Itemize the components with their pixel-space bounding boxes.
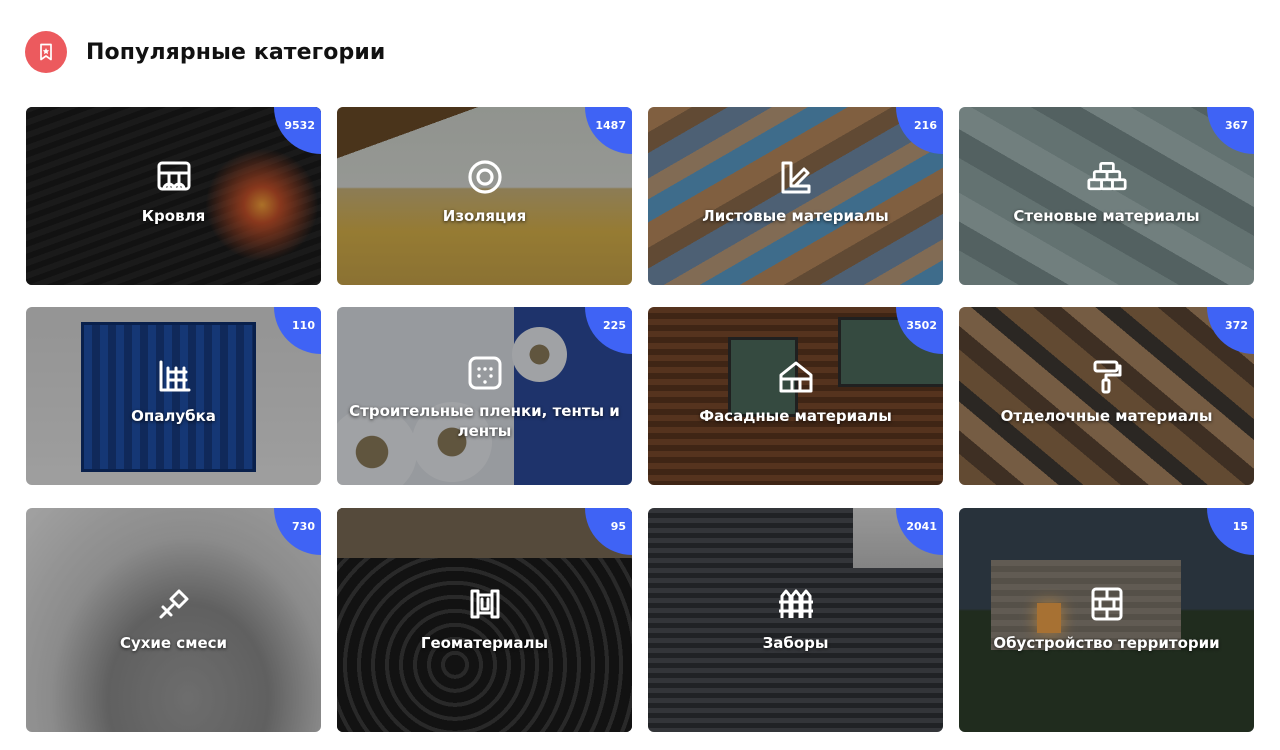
product-count: 730 [292,520,315,533]
category-card-dry-mixes[interactable]: 730 Сухие смеси [26,508,321,732]
category-card-geomaterials[interactable]: 95 Геоматериалы [337,508,632,732]
category-label: Листовые материалы [702,207,889,225]
target-rings-icon [465,157,505,197]
category-label: Геоматериалы [420,634,549,652]
category-card-facade-materials[interactable]: 3502 Фасадные материалы [648,307,943,485]
product-count: 372 [1225,319,1248,332]
category-card-roofing[interactable]: 9532 Кровля [26,107,321,285]
category-label: Отделочные материалы [1000,407,1213,425]
product-count: 95 [610,520,626,533]
paving-tiles-icon [1087,584,1127,624]
category-card-landscaping[interactable]: 15 Обустройство территории [959,508,1254,732]
geogrid-icon [465,584,505,624]
product-count: 216 [914,119,937,132]
trowel-icon [154,584,194,624]
product-count: 367 [1225,119,1248,132]
category-label: Обустройство территории [993,634,1220,652]
category-card-formwork[interactable]: 110 Опалубка [26,307,321,485]
product-count: 225 [603,319,626,332]
product-count: 2041 [906,520,937,533]
category-label: Опалубка [131,407,216,425]
category-card-insulation[interactable]: 1487 Изоляция [337,107,632,285]
category-label: Изоляция [442,207,527,225]
category-card-wall-materials[interactable]: 367 Стеновые материалы [959,107,1254,285]
category-label: Строительные пленки, тенты и ленты [349,402,620,440]
bookmark-star-icon [25,31,67,73]
product-count: 3502 [906,319,937,332]
product-count: 15 [1232,520,1248,533]
category-label: Заборы [762,634,829,652]
formwork-grid-icon [154,357,194,397]
category-card-sheet-materials[interactable]: 216 Листовые материалы [648,107,943,285]
sheet-layers-icon [776,157,816,197]
product-count: 110 [292,319,315,332]
category-label: Фасадные материалы [699,407,892,425]
picket-fence-icon [776,584,816,624]
category-label: Кровля [141,207,206,225]
category-card-finishing-materials[interactable]: 372 Отделочные материалы [959,307,1254,485]
brick-stack-icon [1086,157,1127,197]
product-count: 9532 [284,119,315,132]
category-label: Стеновые материалы [1013,207,1200,225]
paint-roller-icon [1087,357,1127,397]
category-card-fences[interactable]: 2041 Заборы [648,508,943,732]
roof-tiles-icon [154,157,194,197]
category-label: Сухие смеси [119,634,228,652]
product-count: 1487 [595,119,626,132]
category-card-films-tents-tapes[interactable]: 225 Строительные пленки, тенты и ленты [337,307,632,485]
dotted-square-icon [465,353,505,393]
section-header: Популярные категории [25,31,385,73]
section-title: Популярные категории [86,39,386,65]
house-facade-icon [776,357,816,397]
